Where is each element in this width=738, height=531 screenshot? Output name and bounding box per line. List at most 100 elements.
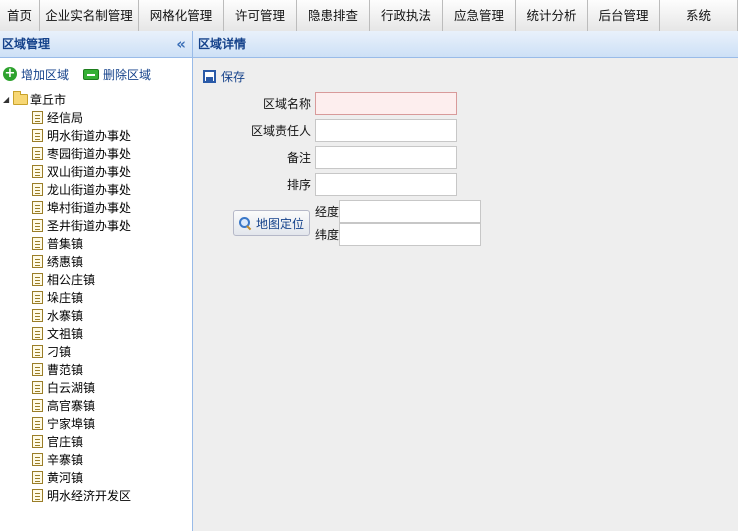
panel-title: 区域详情 — [198, 37, 247, 51]
tree-node[interactable]: 普集镇 — [0, 234, 192, 252]
top-navigation: 首页 企业实名制管理 网格化管理 许可管理 隐患排查 行政执法 应急管理 统计分析 后台管理 系统 — [0, 0, 738, 31]
nav-tab[interactable]: 企业实名制管理 — [40, 0, 139, 31]
tree-node[interactable]: 高官寨镇 — [0, 396, 192, 414]
tree-node[interactable]: 黄河镇 — [0, 468, 192, 486]
nav-tab[interactable]: 后台管理 — [588, 0, 660, 31]
longitude-input[interactable] — [339, 200, 481, 223]
tree-node[interactable]: 明水经济开发区 — [0, 486, 192, 504]
latitude-input[interactable] — [339, 223, 481, 246]
delete-region-label: 删除区域 — [103, 67, 152, 82]
region-owner-input[interactable] — [315, 119, 457, 142]
tree-node[interactable]: 经信局 — [0, 108, 192, 126]
panel-header-region-detail: 区域详情 — [193, 31, 738, 58]
tree-node[interactable]: 相公庄镇 — [0, 270, 192, 288]
tree-node[interactable]: 宁家埠镇 — [0, 414, 192, 432]
tree-node-label: 章丘市 — [30, 92, 67, 107]
latitude-row: 纬度 — [313, 223, 481, 246]
nav-tab[interactable]: 应急管理 — [443, 0, 516, 31]
longitude-label: 经度 — [315, 205, 340, 219]
document-icon — [32, 452, 43, 466]
order-row: 排序 — [195, 173, 457, 196]
add-region-label: 增加区域 — [21, 67, 70, 82]
nav-tab[interactable]: 行政执法 — [370, 0, 443, 31]
tree-node-label: 辛寨镇 — [47, 452, 84, 467]
nav-tab[interactable]: 系统 — [660, 0, 738, 31]
expand-arrow-icon[interactable]: ◢ — [3, 95, 12, 104]
save-button[interactable]: 保存 — [203, 68, 245, 85]
tree-node-label: 刁镇 — [47, 344, 72, 359]
tree-node[interactable]: 双山街道办事处 — [0, 162, 192, 180]
tree-node[interactable]: 文祖镇 — [0, 324, 192, 342]
save-label: 保存 — [221, 70, 246, 84]
tree-node[interactable]: 水寨镇 — [0, 306, 192, 324]
tree-node[interactable]: 垛庄镇 — [0, 288, 192, 306]
tree-node-label: 经信局 — [47, 110, 84, 125]
document-icon — [32, 470, 43, 484]
remark-input[interactable] — [315, 146, 457, 169]
region-owner-label: 区域责任人 — [250, 124, 311, 138]
tree-node-label: 文祖镇 — [47, 326, 84, 341]
document-icon — [32, 434, 43, 448]
document-icon — [32, 398, 43, 412]
tree-node[interactable]: 绣惠镇 — [0, 252, 192, 270]
region-detail-panel: 区域详情 保存 区域名称 区域责任人 备注 排序 地图定位 经度 纬度 — [193, 31, 738, 531]
tree-node-label: 圣井街道办事处 — [47, 218, 132, 233]
tree-node[interactable]: 明水街道办事处 — [0, 126, 192, 144]
document-icon — [32, 128, 43, 142]
map-locate-button[interactable]: 地图定位 — [233, 210, 310, 236]
remark-row: 备注 — [195, 146, 457, 169]
order-label: 排序 — [286, 178, 311, 192]
nav-tab[interactable]: 许可管理 — [224, 0, 297, 31]
add-region-button[interactable]: + 增加区域 — [3, 66, 69, 83]
document-icon — [32, 344, 43, 358]
tree-node-label: 明水经济开发区 — [47, 488, 132, 503]
add-icon: + — [3, 66, 17, 81]
document-icon — [32, 218, 43, 232]
nav-tab[interactable]: 首页 — [0, 0, 40, 31]
region-tree: ◢ 章丘市 经信局 明水街道办事处枣园街道办事处 双山街道办事处 龙山街道办事处 埠村街… — [0, 90, 192, 504]
collapse-icon[interactable]: « — [176, 31, 186, 58]
tree-node-label: 垛庄镇 — [47, 290, 84, 305]
tree-node[interactable]: 龙山街道办事处 — [0, 180, 192, 198]
document-icon — [32, 272, 43, 286]
tree-node-root[interactable]: ◢ 章丘市 — [0, 90, 192, 108]
order-input[interactable] — [315, 173, 457, 196]
tree-node-label: 双山街道办事处 — [47, 164, 132, 179]
tree-node-label: 高官寨镇 — [47, 398, 96, 413]
tree-node[interactable]: 圣井街道办事处 — [0, 216, 192, 234]
document-icon — [32, 308, 43, 322]
nav-tab[interactable]: 统计分析 — [516, 0, 588, 31]
tree-node[interactable]: 官庄镇 — [0, 432, 192, 450]
document-icon — [32, 362, 43, 376]
tree-node-label: 相公庄镇 — [47, 272, 96, 287]
tree-node[interactable]: 埠村街道办事处 — [0, 198, 192, 216]
document-icon — [32, 146, 43, 160]
document-icon — [32, 182, 43, 196]
tree-node-label: 官庄镇 — [47, 434, 84, 449]
tree-node[interactable]: 枣园街道办事处 — [0, 144, 192, 162]
tree-node[interactable]: 曹范镇 — [0, 360, 192, 378]
tree-node-label: 龙山街道办事处 — [47, 182, 132, 197]
region-name-label: 区域名称 — [262, 97, 311, 111]
document-icon — [32, 290, 43, 304]
delete-region-button[interactable]: 删除区域 — [83, 66, 151, 83]
tree-node[interactable]: 刁镇 — [0, 342, 192, 360]
tree-node-label: 普集镇 — [47, 236, 84, 251]
nav-tab[interactable]: 网格化管理 — [139, 0, 224, 31]
region-toolbar: + 增加区域 删除区域 — [0, 58, 192, 90]
tree-node[interactable]: 辛寨镇 — [0, 450, 192, 468]
document-icon — [32, 110, 43, 124]
document-icon — [32, 488, 43, 502]
nav-tab[interactable]: 隐患排查 — [297, 0, 370, 31]
region-management-panel: 区域管理 « + 增加区域 删除区域 ◢ 章丘市 经信局 明水街道办事处 枣园街道办… — [0, 31, 193, 531]
region-name-input[interactable] — [315, 92, 457, 115]
tree-node-label: 枣园街道办事处 — [47, 146, 132, 161]
longitude-row: 经度 — [313, 200, 481, 223]
document-icon — [32, 380, 43, 394]
latitude-label: 纬度 — [315, 228, 340, 242]
region-owner-row: 区域责任人 — [195, 119, 457, 142]
document-icon — [32, 416, 43, 430]
document-icon — [32, 326, 43, 340]
tree-node[interactable]: 白云湖镇 — [0, 378, 192, 396]
document-icon — [32, 236, 43, 250]
